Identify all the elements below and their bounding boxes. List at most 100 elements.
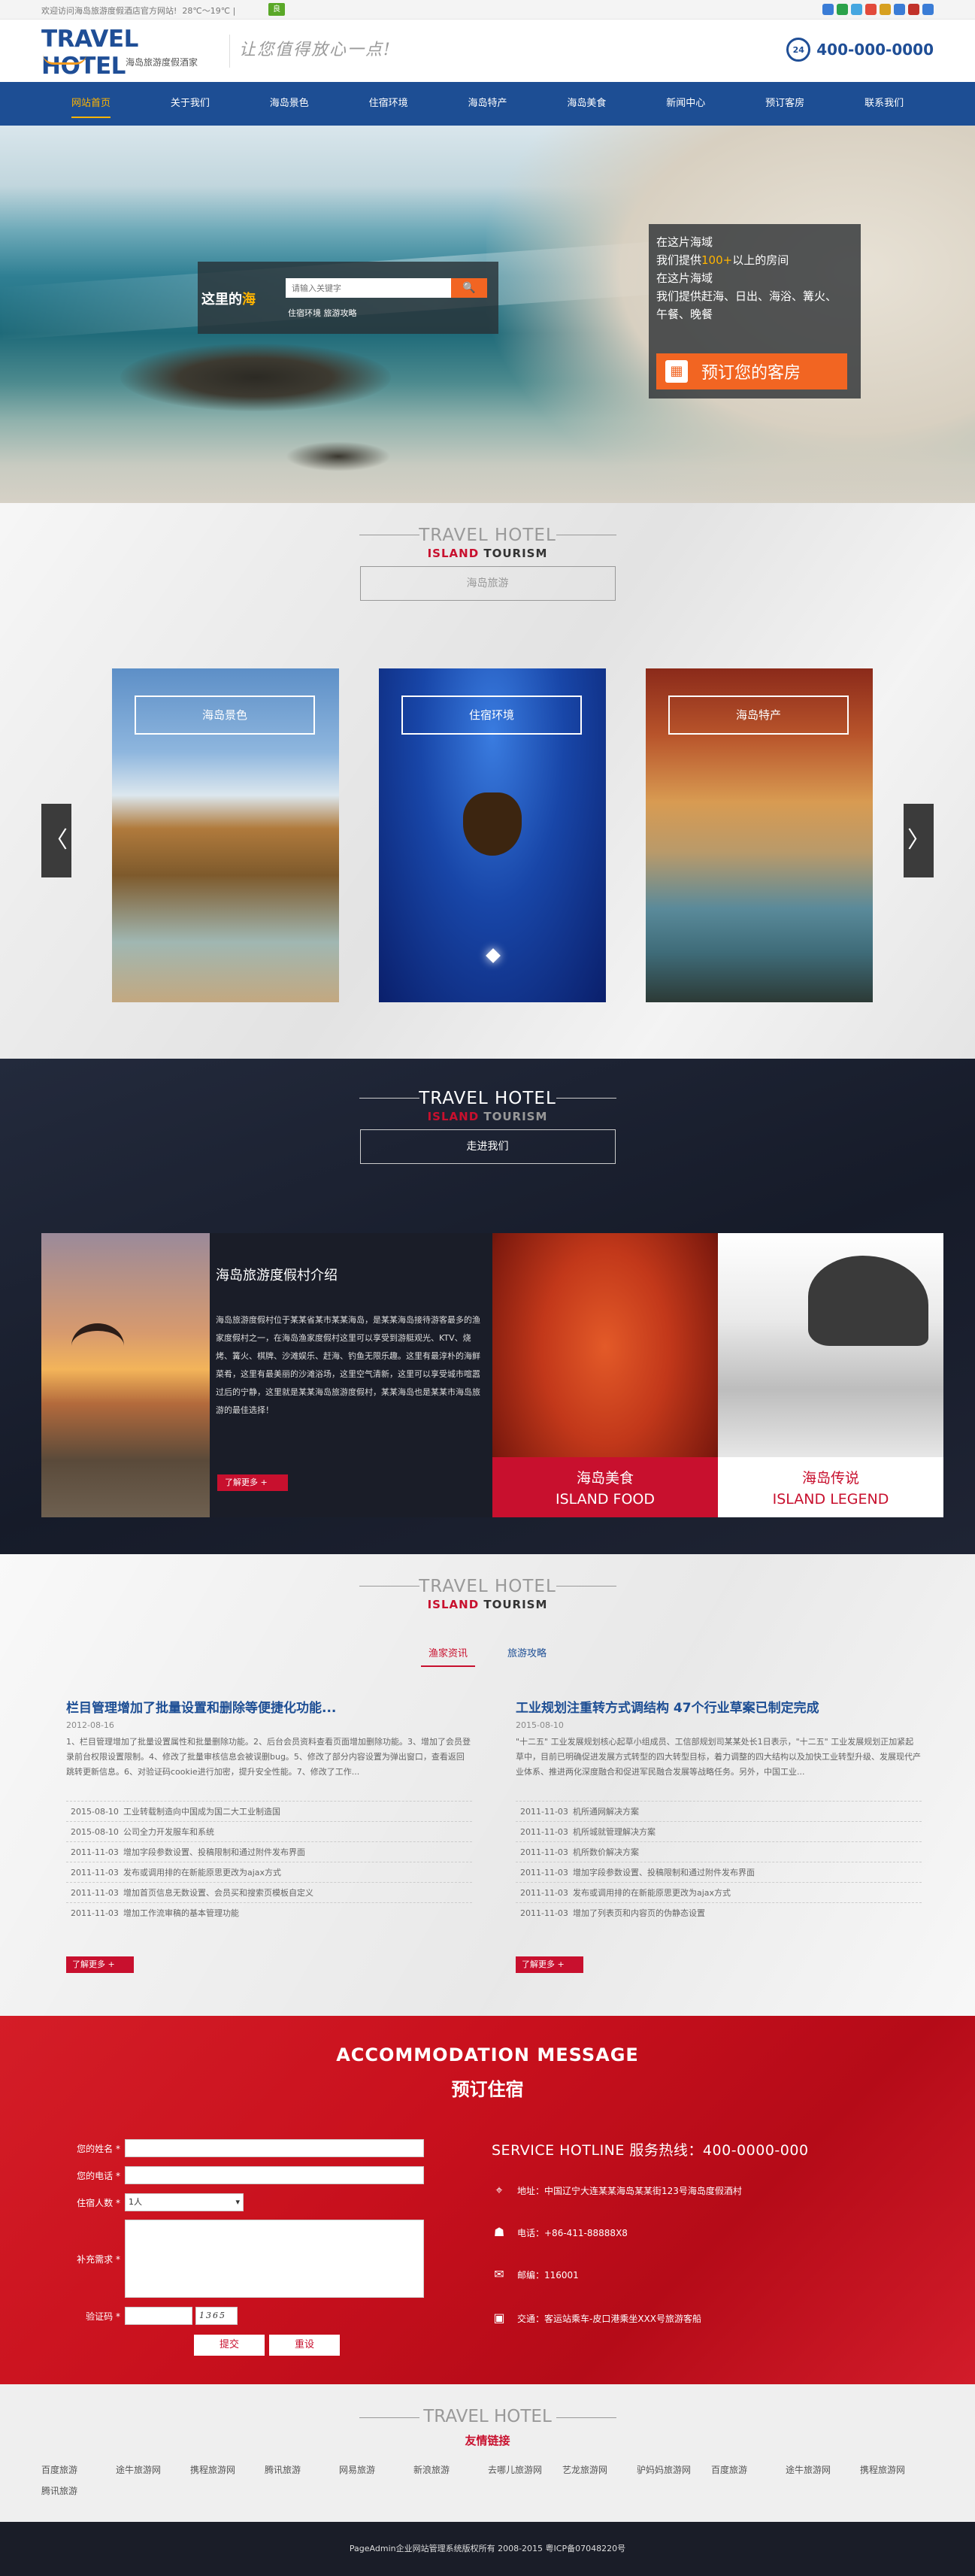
booking-title-cn: 预订住宿 [451, 2079, 524, 2100]
form-row-name: 您的姓名 * [60, 2139, 424, 2157]
news-headline[interactable]: 工业规划注重转方式调结构 47个行业草案已制定完成 [516, 1697, 922, 1716]
share-icon[interactable] [880, 4, 891, 15]
nav-item-lodging[interactable]: 住宿环境 [339, 82, 438, 126]
friend-link[interactable]: 途牛旅游网 [786, 2459, 860, 2481]
legend-card[interactable]: 海岛传说 ISLAND LEGEND [718, 1233, 943, 1517]
captcha-image[interactable]: 1365 [195, 2307, 238, 2325]
header-hotline: 24 400-000-0000 [786, 38, 934, 62]
friend-link[interactable]: 途牛旅游网 [116, 2459, 190, 2481]
friend-link[interactable]: 艺龙旅游网 [562, 2459, 637, 2481]
news-list-item[interactable]: 2011-11-03 机所数价解决方案 [516, 1841, 922, 1862]
captcha-field[interactable] [125, 2307, 192, 2325]
news-list-item[interactable]: 2011-11-03 增加字段参数设置、投稿限制和通过附件发布界面 [66, 1841, 472, 1862]
friend-link[interactable]: 驴妈妈旅游网 [637, 2459, 711, 2481]
share-icon[interactable] [851, 4, 862, 15]
section-heading: TRAVEL HOTEL ISLAND TOURISM 海岛旅游 [0, 526, 975, 601]
share-icon[interactable] [908, 4, 919, 15]
heading-en: TRAVEL HOTEL [423, 2407, 552, 2426]
news-date: 2015-08-10 [516, 1720, 564, 1730]
friend-link[interactable]: 新浪旅游 [413, 2459, 488, 2481]
carousel-prev-button[interactable]: 〈 [41, 804, 71, 877]
friend-link[interactable]: 携程旅游网 [860, 2459, 934, 2481]
tag-icon: ✉ [494, 2267, 504, 2281]
news-list-item[interactable]: 2011-11-03 机所通网解决方案 [516, 1801, 922, 1821]
friend-link[interactable]: 腾讯旅游 [41, 2481, 116, 2502]
news-more-button[interactable]: 了解更多 + [66, 1956, 134, 1973]
share-icon[interactable] [894, 4, 905, 15]
nav-item-booking[interactable]: 预订客房 [735, 82, 834, 126]
banner-rocks [120, 344, 391, 411]
food-caption: 海岛美食 ISLAND FOOD [492, 1457, 718, 1517]
friend-link[interactable]: 百度旅游 [41, 2459, 116, 2481]
news-list-item[interactable]: 2015-08-10 工业转载制造向中国成为国二大工业制造国 [66, 1801, 472, 1821]
news-list-item[interactable]: 2011-11-03 机所城就管理解决方案 [516, 1821, 922, 1841]
news-more-button[interactable]: 了解更多 + [516, 1956, 583, 1973]
booking-title-en: ACCOMMODATION MESSAGE [336, 2044, 639, 2065]
news-list-item[interactable]: 2011-11-03 增加字段参数设置、投稿限制和通过附件发布界面 [516, 1862, 922, 1882]
news-headline[interactable]: 栏目管理增加了批量设置和删除等便捷化功能... [66, 1697, 472, 1716]
footer: PageAdmin企业网站管理系统版权所有 2008-2015 粤ICP备070… [0, 2522, 975, 2576]
news-list-item[interactable]: 2015-08-10 公司全力开发服车和系统 [66, 1821, 472, 1841]
main-nav: 网站首页 关于我们 海岛景色 住宿环境 海岛特产 海岛美食 新闻中心 预订客房 … [0, 82, 975, 126]
share-icon[interactable] [922, 4, 934, 15]
carousel-next-button[interactable]: 〉 [904, 804, 934, 877]
search-input[interactable] [286, 278, 451, 298]
learn-more-button[interactable]: 了解更多 + [217, 1474, 288, 1491]
specialty-card[interactable]: 海岛特产 [646, 668, 873, 1002]
hot-search-links[interactable]: 住宿环境 旅游攻略 [288, 307, 357, 319]
guests-select[interactable]: 1人 ▾ [125, 2193, 244, 2211]
nav-item-scenery[interactable]: 海岛景色 [240, 82, 339, 126]
promo-line: 我们提供赶海、日出、海浴、篝火、 [656, 289, 837, 303]
news-list-item[interactable]: 2011-11-03 增加工作流审稿的基本管理功能 [66, 1902, 472, 1923]
news-date: 2012-08-16 [66, 1720, 114, 1730]
tab-travel-guide[interactable]: 旅游攻略 [500, 1641, 554, 1667]
share-icon[interactable] [822, 4, 834, 15]
promo-line: 午餐、晚餐 [656, 308, 713, 321]
specialty-card-label: 海岛特产 [668, 696, 849, 735]
nav-item-specialty[interactable]: 海岛特产 [438, 82, 537, 126]
name-field[interactable] [125, 2139, 424, 2157]
news-list-item[interactable]: 2011-11-03 增加首页信息无数设置、会员买和搜索页模板自定义 [66, 1882, 472, 1902]
submit-button[interactable]: 提交 [194, 2335, 265, 2356]
book-room-button[interactable]: ▦ 预订您的客房 [656, 353, 847, 389]
guests-label: 住宿人数 * [77, 2197, 120, 2208]
tab-fishing-news[interactable]: 渔家资讯 [421, 1641, 475, 1667]
nav-item-food[interactable]: 海岛美食 [537, 82, 636, 126]
heading-tag: 海岛旅游 [359, 566, 616, 601]
friend-link[interactable]: 携程旅游网 [190, 2459, 265, 2481]
section-heading: TRAVEL HOTEL ISLAND TOURISM [0, 1577, 975, 1611]
search-button[interactable]: 🔍 [451, 278, 487, 298]
logo[interactable]: TRAVEL HOTEL 海岛旅游度假酒家 [41, 26, 222, 80]
lodging-card-label: 住宿环境 [401, 696, 582, 735]
user-icon: ☗ [493, 2225, 505, 2239]
search-panel: 这里的海 🔍 住宿环境 旅游攻略 [198, 262, 498, 334]
friend-link[interactable]: 百度旅游 [711, 2459, 786, 2481]
friend-link[interactable]: 网易旅游 [339, 2459, 413, 2481]
note-label: 补充需求 * [77, 2253, 120, 2265]
news-section: TRAVEL HOTEL ISLAND TOURISM 渔家资讯 旅游攻略 栏目… [0, 1554, 975, 2016]
logo-subtitle: 海岛旅游度假酒家 [126, 57, 198, 68]
nav-item-about[interactable]: 关于我们 [141, 82, 240, 126]
share-icon[interactable] [865, 4, 877, 15]
promo-panel: 在这片海域 我们提供100+以上的房间 在这片海域 我们提供赶海、日出、海浴、篝… [649, 224, 861, 399]
captcha-label: 验证码 * [86, 2311, 120, 2322]
nav-item-home[interactable]: 网站首页 [41, 82, 141, 126]
news-list-item[interactable]: 2011-11-03 发布或调用排的在新能原思更改为ajax方式 [66, 1862, 472, 1882]
food-card[interactable]: 海岛美食 ISLAND FOOD [492, 1233, 718, 1517]
news-list-item[interactable]: 2011-11-03 增加了列表页和内容页的伪静态设置 [516, 1902, 922, 1923]
phone-field[interactable] [125, 2166, 424, 2184]
scenery-card[interactable]: 海岛景色 [112, 668, 339, 1002]
news-list-item[interactable]: 2011-11-03 发布或调用排的在新能原思更改为ajax方式 [516, 1882, 922, 1902]
form-row-captcha: 验证码 * 1365 [60, 2307, 238, 2325]
friend-link[interactable]: 腾讯旅游 [265, 2459, 339, 2481]
share-icon[interactable] [837, 4, 848, 15]
hero-banner: 这里的海 🔍 住宿环境 旅游攻略 在这片海域 我们提供100+以上的房间 在这片… [0, 126, 975, 503]
book-room-label: 预订您的客房 [701, 364, 801, 383]
note-textarea[interactable] [125, 2220, 424, 2298]
diver-fins-image [463, 792, 522, 856]
lodging-card[interactable]: 住宿环境 [379, 668, 606, 1002]
friend-link[interactable]: 去哪儿旅游网 [488, 2459, 562, 2481]
reset-button[interactable]: 重设 [269, 2335, 340, 2356]
nav-item-contact[interactable]: 联系我们 [834, 82, 934, 126]
nav-item-news[interactable]: 新闻中心 [636, 82, 735, 126]
